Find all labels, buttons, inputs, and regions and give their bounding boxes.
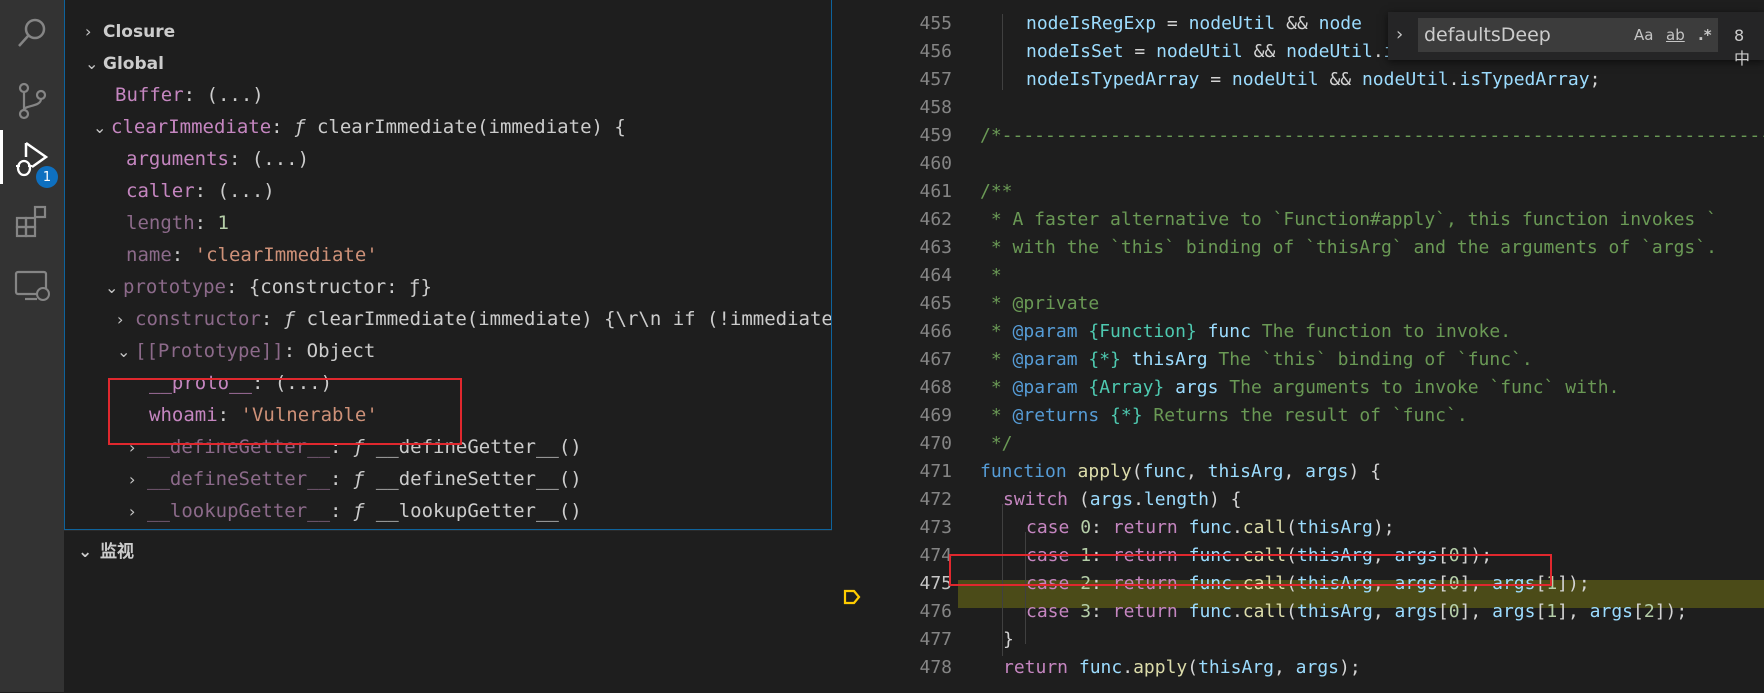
var-buffer[interactable]: Buffer: (...) [115,80,264,110]
regex-button[interactable]: .* [1698,26,1712,44]
match-count: 8 中 [1734,26,1751,68]
scope-global[interactable]: ⌄ Global [85,48,164,78]
code-line: * @private [980,293,1100,314]
line-number: 462 [919,209,952,230]
line-number: 467 [919,349,952,370]
code-line: switch (args.length) { [1003,489,1242,510]
line-number: 465 [919,293,952,314]
chevron-right-icon: › [117,310,124,329]
current-statement-icon[interactable] [842,587,862,607]
chevron-down-icon: ⌄ [117,342,131,361]
line-number: 472 [919,489,952,510]
var-constructor[interactable]: › constructor: ƒ clearImmediate(immediate… [117,304,831,334]
line-number: 458 [919,97,952,118]
remote-explorer-icon [14,270,50,301]
line-number: 463 [919,237,952,258]
line-number: 466 [919,321,952,342]
line-number: 473 [919,517,952,538]
line-number: 478 [919,657,952,678]
code-line: nodeIsTypedArray = nodeUtil && nodeUtil.… [1026,69,1601,90]
watch-header[interactable]: ⌄ 监视 [78,537,134,562]
line-number: 476 [919,601,952,622]
line-number: 459 [919,125,952,146]
var-length[interactable]: length: 1 [126,208,229,238]
var-arguments[interactable]: arguments: (...) [126,144,309,174]
variables-panel: › Closure ⌄ Global Buffer: (...) ⌄ clearImm… [64,0,832,530]
line-number: 464 [919,265,952,286]
code-line: } [1003,629,1014,650]
code-line: * @param {Function} func The function to… [980,321,1512,342]
code-line: */ [980,433,1013,454]
line-number: 461 [919,181,952,202]
indent-guide [1002,14,1003,90]
line-number: 456 [919,41,952,62]
activity-bar: 1 [0,0,64,692]
highlight-box-code [949,554,1552,586]
var-prototype-slot[interactable]: ⌄ [[Prototype]]: Object [117,336,375,366]
code-line: * @param {Array} args The arguments to i… [980,377,1620,398]
var-prototype[interactable]: ⌄ prototype: {constructor: ƒ} [105,272,432,302]
line-number: 455 [919,13,952,34]
line-number: 468 [919,377,952,398]
line-number: 474 [919,545,952,566]
code-line: * A faster alternative to `Function#appl… [980,209,1717,230]
code-editor[interactable]: 455 456 457 458 459 460 461 462 463 464 … [832,0,1764,692]
extensions-icon [15,205,47,238]
code-line: return func.apply(thisArg, args); [1003,657,1361,678]
line-number: 469 [919,405,952,426]
highlight-box-variables [108,378,462,445]
line-number: 460 [919,153,952,174]
activity-remote-explorer[interactable] [0,252,64,318]
chevron-right-icon: › [85,22,92,41]
find-widget: › defaultsDeep Aa ab .* 8 中 [1388,12,1764,68]
chevron-down-icon: ⌄ [85,54,99,73]
chevron-down-icon: ⌄ [105,278,119,297]
activity-run-debug[interactable]: 1 [0,124,64,190]
code-line: nodeIsRegExp = nodeUtil && node [1026,13,1362,34]
code-line: /*--------------------------------------… [980,125,1764,146]
source-control-icon [18,82,47,120]
var-defineSetter[interactable]: › __defineSetter__: ƒ __defineSetter__() [129,464,582,494]
code-line: case 3: return func.call(thisArg, args[0… [1026,601,1688,622]
code-line: function apply(func, thisArg, args) { [980,461,1382,482]
line-number-current: 475 [919,573,952,594]
search-icon [18,18,46,47]
var-clearImmediate[interactable]: ⌄ clearImmediate: ƒ clearImmediate(immedi… [93,112,626,142]
var-name[interactable]: name: 'clearImmediate' [126,240,378,270]
line-number: 457 [919,69,952,90]
chevron-right-icon: › [129,470,136,489]
code-line: case 0: return func.call(thisArg); [1026,517,1395,538]
code-line: /** [980,181,1013,202]
code-line: * with the `this` binding of `thisArg` a… [980,237,1717,258]
match-word-button[interactable]: ab [1666,26,1685,44]
code-line: nodeIsSet = nodeUtil && nodeUtil.isSet; [1026,41,1449,62]
code-line: * @returns {*} Returns the result of `fu… [980,405,1468,426]
line-number: 471 [919,461,952,482]
watch-panel: ⌄ 监视 [64,530,832,693]
chevron-right-icon: › [129,502,136,521]
activity-extensions[interactable] [0,188,64,254]
var-lookupGetter[interactable]: › __lookupGetter__: ƒ __lookupGetter__() [129,496,582,526]
line-number: 477 [919,629,952,650]
scope-closure[interactable]: › Closure [85,16,175,46]
var-caller[interactable]: caller: (...) [126,176,275,206]
debug-badge: 1 [36,166,58,188]
match-case-button[interactable]: Aa [1634,26,1653,44]
code-line: * @param {*} thisArg The `this` binding … [980,349,1533,370]
chevron-down-icon: ⌄ [78,542,93,562]
chevron-down-icon: ⌄ [93,118,107,137]
code-line: * [980,265,1002,286]
chevron-right-icon[interactable]: › [1396,24,1403,45]
activity-search[interactable] [0,0,64,66]
line-number: 470 [919,433,952,454]
